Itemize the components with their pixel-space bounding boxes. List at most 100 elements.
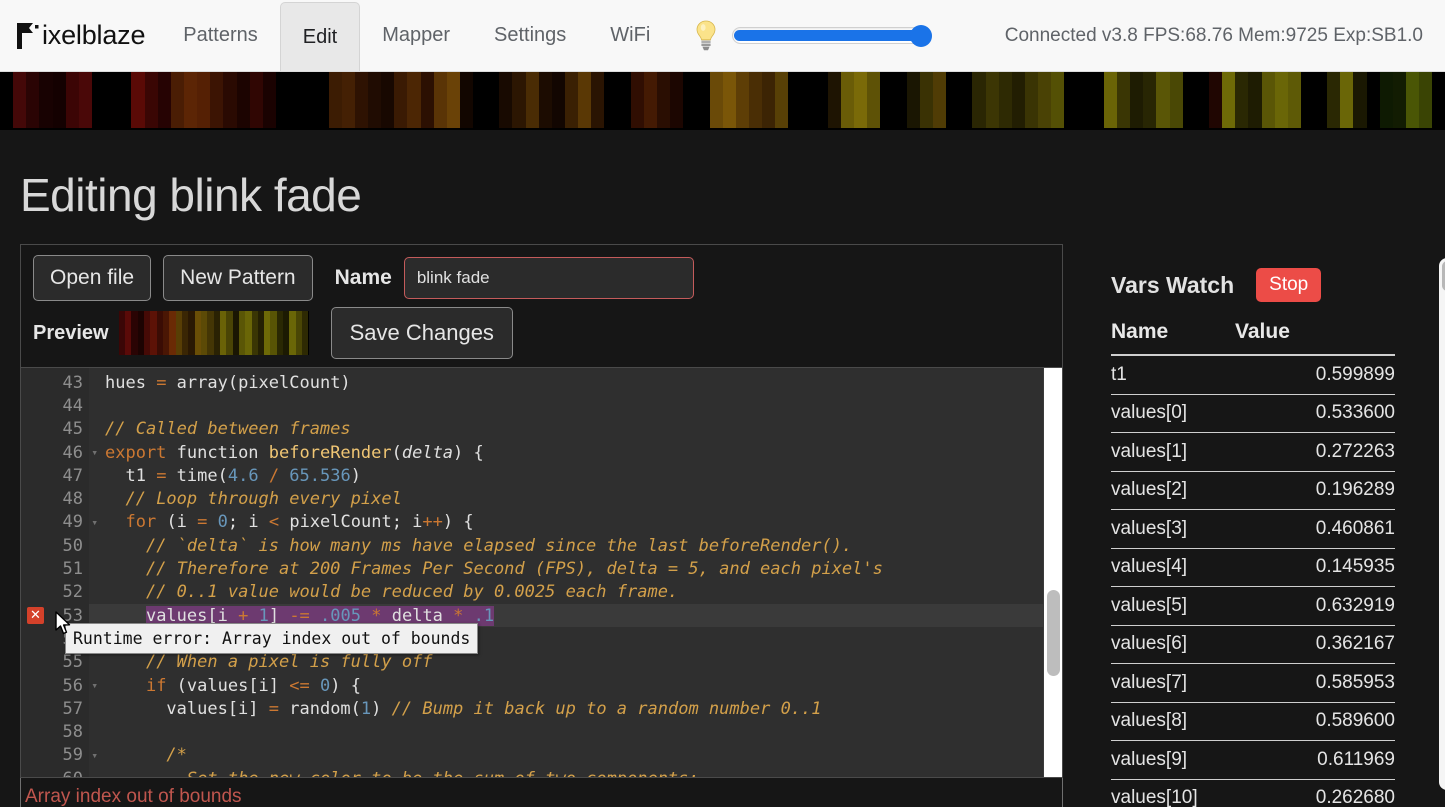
var-name: values[8] — [1111, 710, 1316, 732]
vars-watch-scrollbar[interactable] — [1439, 258, 1445, 790]
led-pixel — [1353, 72, 1366, 128]
led-pixel — [1130, 72, 1143, 128]
nav-item-settings[interactable]: Settings — [472, 0, 588, 71]
led-pixel — [1051, 72, 1064, 128]
led-pixel — [250, 72, 263, 128]
nav-item-patterns[interactable]: Patterns — [161, 0, 279, 71]
editor-scrollbar[interactable] — [1043, 368, 1062, 777]
code-line[interactable] — [89, 394, 1062, 417]
led-pixel — [39, 72, 52, 128]
vars-watch-table: Name Value t10.599899values[0]0.533600va… — [1103, 320, 1395, 807]
code-line[interactable]: t1 = time(4.6 / 65.536) — [89, 464, 1062, 487]
led-pixel — [788, 72, 801, 128]
led-pixel — [736, 72, 749, 128]
led-pixel — [867, 72, 880, 128]
code-editor[interactable]: 43444546▾474849▾50515253✕545556▾575859▾6… — [20, 368, 1063, 778]
editor-toolbar: Open file New Pattern Name Preview Save … — [20, 244, 1063, 368]
nav-item-edit[interactable]: Edit — [280, 2, 360, 71]
top-navbar: ixelblaze Patterns Edit Mapper Settings … — [0, 0, 1445, 72]
led-pixel — [1091, 72, 1104, 128]
led-pixel — [1380, 72, 1393, 128]
gutter-line-number: 55 — [21, 651, 89, 674]
led-pixel — [1012, 72, 1025, 128]
led-pixel — [145, 72, 158, 128]
led-pixel — [197, 72, 210, 128]
code-line[interactable]: // When a pixel is fully off — [89, 651, 1062, 674]
brand-logo-area[interactable]: ixelblaze — [0, 0, 161, 71]
name-label: Name — [335, 266, 392, 290]
editor-code-area[interactable]: hues = array(pixelCount) // Called betwe… — [89, 368, 1062, 777]
led-pixel — [1170, 72, 1183, 128]
var-name: values[4] — [1111, 556, 1316, 578]
led-pixel — [171, 72, 184, 128]
vars-watch-row: values[3]0.460861 — [1111, 510, 1395, 549]
var-name: values[1] — [1111, 441, 1316, 463]
column-header-value: Value — [1235, 320, 1290, 344]
nav-item-mapper[interactable]: Mapper — [360, 0, 472, 71]
var-value: 0.599899 — [1316, 364, 1395, 386]
pattern-name-input[interactable] — [404, 257, 694, 299]
code-line[interactable]: Set the new color to be the sum of two c… — [89, 767, 1062, 777]
code-line[interactable]: // Loop through every pixel — [89, 487, 1062, 510]
led-pixel — [1262, 72, 1275, 128]
brightness-slider-thumb[interactable] — [910, 25, 932, 47]
nav-item-wifi[interactable]: WiFi — [588, 0, 672, 71]
save-changes-button[interactable]: Save Changes — [331, 307, 513, 359]
gutter-line-number: 48 — [21, 487, 89, 510]
runtime-error-tooltip: Runtime error: Array index out of bounds — [65, 623, 478, 654]
gutter-line-number: 46▾ — [21, 441, 89, 464]
led-pixel — [972, 72, 985, 128]
led-pixel — [802, 72, 815, 128]
brightness-slider[interactable] — [732, 27, 932, 44]
gutter-line-number: 44 — [21, 394, 89, 417]
led-pixel — [670, 72, 683, 128]
stop-button[interactable]: Stop — [1256, 268, 1321, 302]
led-pixel — [815, 72, 828, 128]
gutter-line-number: 43 — [21, 371, 89, 394]
led-pixel — [0, 72, 13, 128]
led-pixel — [92, 72, 105, 128]
error-marker-icon[interactable]: ✕ — [27, 607, 44, 624]
pattern-preview-strip — [119, 311, 309, 355]
led-pixel — [762, 72, 775, 128]
led-pixel — [526, 72, 539, 128]
code-line[interactable]: // `delta` is how many ms have elapsed s… — [89, 534, 1062, 557]
gutter-line-number: 56▾ — [21, 674, 89, 697]
led-pixel — [223, 72, 236, 128]
led-pixel — [1064, 72, 1077, 128]
var-value: 0.611969 — [1317, 749, 1395, 771]
led-pixel — [1327, 72, 1340, 128]
page-title: Editing blink fade — [0, 130, 1445, 244]
led-pixel — [263, 72, 276, 128]
led-pixel — [53, 72, 66, 128]
code-line[interactable]: export function beforeRender(delta) { — [89, 441, 1062, 464]
code-line[interactable]: if (values[i] <= 0) { — [89, 674, 1062, 697]
gutter-line-number: 57 — [21, 697, 89, 720]
led-pixel — [394, 72, 407, 128]
editor-scrollbar-thumb[interactable] — [1047, 590, 1060, 676]
gutter-line-number: 45 — [21, 418, 89, 441]
var-name: t1 — [1111, 364, 1316, 386]
led-pixel — [591, 72, 604, 128]
vars-watch-row: values[4]0.145935 — [1111, 549, 1395, 588]
brightness-control — [672, 0, 932, 71]
code-line[interactable]: /* — [89, 744, 1062, 767]
code-line[interactable]: values[i] = random(1) // Bump it back up… — [89, 697, 1062, 720]
code-line[interactable]: // Therefore at 200 Frames Per Second (F… — [89, 557, 1062, 580]
led-pixel — [1078, 72, 1091, 128]
code-line[interactable]: // 0..1 value would be reduced by 0.0025… — [89, 581, 1062, 604]
code-line[interactable]: hues = array(pixelCount) — [89, 371, 1062, 394]
led-pixel — [999, 72, 1012, 128]
led-pixel — [1419, 72, 1432, 128]
led-pixel — [486, 72, 499, 128]
led-pixel — [907, 72, 920, 128]
open-file-button[interactable]: Open file — [33, 255, 151, 301]
led-pixel — [920, 72, 933, 128]
code-line[interactable]: for (i = 0; i < pixelCount; i++) { — [89, 511, 1062, 534]
new-pattern-button[interactable]: New Pattern — [163, 255, 313, 301]
code-line[interactable] — [89, 720, 1062, 743]
code-line[interactable]: // Called between frames — [89, 418, 1062, 441]
led-pixel — [512, 72, 525, 128]
vars-table-header-row: Name Value — [1111, 320, 1395, 356]
led-pixel — [880, 72, 893, 128]
